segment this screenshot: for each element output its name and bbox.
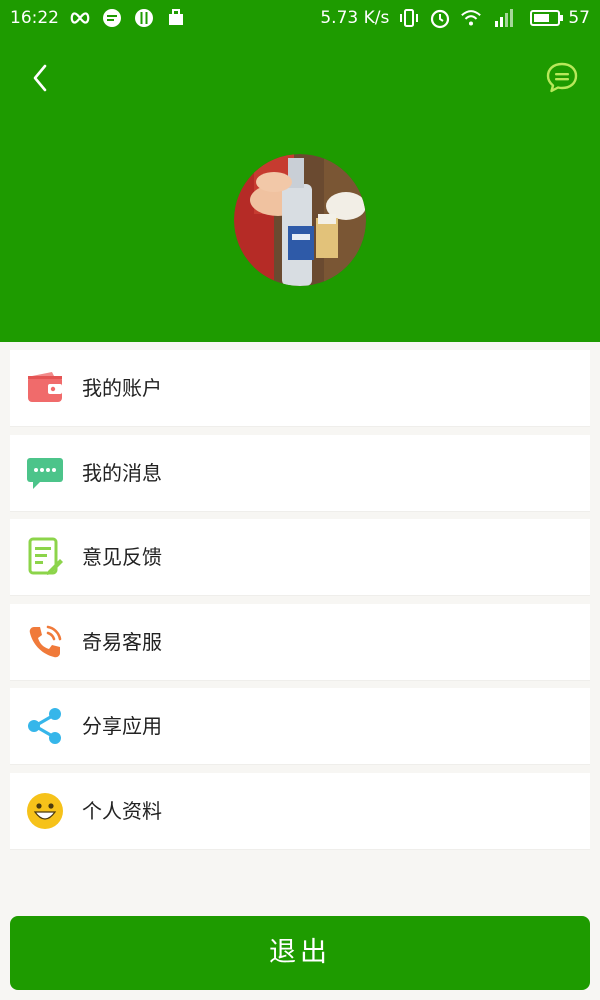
- battery-indicator: 57: [530, 8, 590, 28]
- alarm-icon: [429, 7, 451, 29]
- chat-bubble-icon: [546, 62, 578, 93]
- phone-icon: [26, 623, 64, 661]
- smiley-icon: [26, 792, 64, 830]
- menu-item-label: 我的消息: [82, 460, 162, 485]
- chevron-left-icon: [33, 64, 47, 92]
- message-button[interactable]: [542, 58, 582, 98]
- briefcase-app-icon: [165, 7, 187, 29]
- menu-item-label: 奇易客服: [82, 629, 162, 654]
- vibrate-icon: [398, 7, 420, 29]
- infinity-icon: [69, 7, 91, 29]
- share-icon: [26, 707, 64, 745]
- battery-level: 57: [568, 8, 590, 28]
- status-time: 16:22: [10, 8, 59, 28]
- menu-item-label: 个人资料: [82, 798, 162, 823]
- wifi-icon: [460, 7, 482, 29]
- menu-item-share-app[interactable]: 分享应用: [10, 688, 590, 764]
- status-left: 16:22: [10, 0, 187, 36]
- menu-item-feedback[interactable]: 意见反馈: [10, 519, 590, 595]
- profile-header: 16:22 5.73 K/s 57: [0, 0, 600, 342]
- menu-item-profile[interactable]: 个人资料: [10, 772, 590, 849]
- message-icon: [26, 454, 64, 492]
- status-right: 5.73 K/s 57: [320, 0, 590, 36]
- network-speed: 5.73 K/s: [320, 8, 390, 28]
- menu-item-my-account[interactable]: 我的账户: [10, 350, 590, 426]
- back-button[interactable]: [22, 58, 58, 98]
- cellular-signal-icon: [491, 7, 521, 29]
- profile-menu: 我的账户 我的消息 意见反馈 奇易客服 分享应用 个人资料: [10, 350, 590, 857]
- feedback-icon: [26, 537, 64, 576]
- wallet-icon: [26, 369, 64, 407]
- menu-item-label: 分享应用: [82, 714, 162, 738]
- status-bar: 16:22 5.73 K/s 57: [0, 0, 600, 36]
- chat-app-icon: [101, 7, 123, 29]
- restaurant-app-icon: [133, 7, 155, 29]
- menu-item-my-messages[interactable]: 我的消息: [10, 434, 590, 511]
- menu-item-customer-service[interactable]: 奇易客服: [10, 603, 590, 680]
- avatar[interactable]: [234, 154, 366, 286]
- avatar-photo: [234, 154, 366, 286]
- logout-button[interactable]: 退出: [10, 916, 590, 990]
- battery-icon: [530, 10, 564, 26]
- menu-item-label: 意见反馈: [82, 545, 162, 569]
- menu-item-label: 我的账户: [82, 376, 162, 400]
